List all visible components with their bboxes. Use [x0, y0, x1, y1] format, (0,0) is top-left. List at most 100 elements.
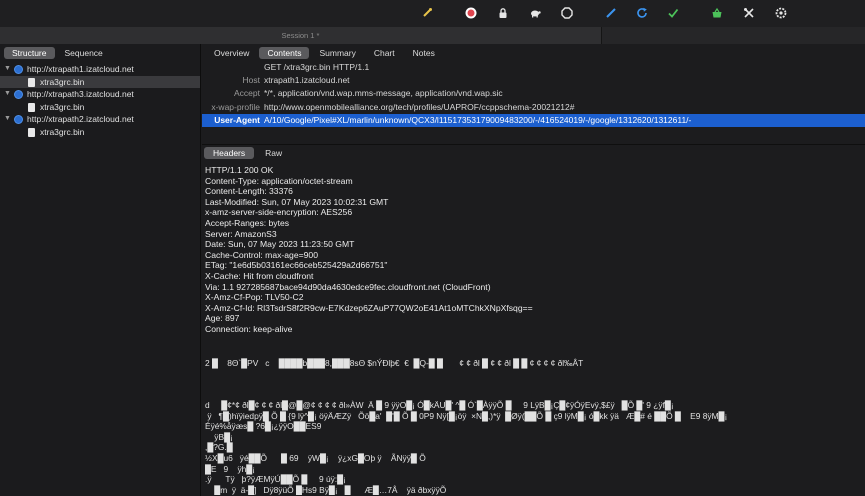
- tab-overview[interactable]: Overview: [206, 47, 257, 59]
- response-header-line: Content-Type: application/octet-stream: [205, 175, 353, 186]
- tab-contents[interactable]: Contents: [259, 47, 310, 59]
- request-header-row[interactable]: x-wap-profile http://www.openmobileallia…: [202, 101, 865, 114]
- tree-file-row[interactable]: xtra3grc.bin: [0, 126, 200, 139]
- checkmark-icon[interactable]: [666, 6, 680, 20]
- response-body-binary: 2 █ 8Θ`█PV c ████b███8,███8sΘ $nÝÐlþ€ € …: [205, 347, 860, 495]
- response-header-line: X-Amz-Cf-Id: Rl3TsdrS8f2R9cw-E7Kdzep6ZAu…: [205, 302, 533, 313]
- binary-line: ÿB█¡: [205, 431, 233, 442]
- globe-icon: [14, 65, 23, 74]
- request-line-row[interactable]: GET /xtra3grc.bin HTTP/1.1: [202, 61, 865, 74]
- chevron-down-icon[interactable]: ▼: [4, 88, 11, 101]
- response-header-line: HTTP/1.1 200 OK: [205, 165, 274, 175]
- header-value: xtrapath1.izatcloud.net: [264, 75, 350, 86]
- response-header-line: Age: 897: [205, 313, 240, 324]
- header-key: Accept: [234, 88, 260, 99]
- response-header-line: X-Cache: Hit from cloudfront: [205, 270, 314, 281]
- binary-line: ,█?G.█: [205, 442, 233, 453]
- settings-icon[interactable]: [774, 6, 788, 20]
- file-icon: [28, 102, 35, 112]
- tab-structure[interactable]: Structure: [4, 47, 55, 59]
- response-header-line: Last-Modified: Sun, 07 May 2023 10:02:31…: [205, 196, 389, 207]
- host-tree: ▼ http://xtrapath1.izatcloud.net xtra3gr…: [0, 63, 200, 139]
- binary-line: [205, 347, 860, 358]
- session-tab[interactable]: Session 1 *: [0, 27, 602, 44]
- chevron-down-icon[interactable]: ▼: [4, 63, 11, 76]
- toolbar: [0, 0, 865, 27]
- tree-host-row[interactable]: ▼ http://xtrapath3.izatcloud.net: [0, 88, 200, 101]
- detail-tabs: Overview Contents Summary Chart Notes: [206, 47, 443, 59]
- wand-icon[interactable]: [420, 6, 434, 20]
- binary-line: █E 9 ÿh█¡: [205, 463, 256, 474]
- binary-line: ½X█u6 ÿé██Õ █ 69 ÿW█¡ ÿ¿xG█Oþ ÿ ÃNÿÿ█ Õ: [205, 452, 426, 463]
- binary-line: 2 █ 8Θ`█PV c ████b███8,███8sΘ $nÝÐlþ€ € …: [205, 357, 584, 368]
- response-header-line: Connection: keep-alive: [205, 323, 293, 334]
- response-header-line: x-amz-server-side-encryption: AES256: [205, 207, 353, 218]
- header-value: http://www.openmobilealliance.org/tech/p…: [264, 101, 575, 112]
- binary-line: Éÿé%åÿæs█ ?6█¡¿ÿÿO██ES9: [205, 421, 322, 432]
- header-key: Host: [242, 75, 260, 86]
- file-label: xtra3grc.bin: [40, 76, 85, 87]
- host-label: http://xtrapath3.izatcloud.net: [27, 89, 134, 100]
- file-label: xtra3grc.bin: [40, 126, 85, 137]
- response-header-line: Server: AmazonS3: [205, 228, 277, 239]
- split-divider[interactable]: [202, 144, 865, 145]
- binary-line: d █¢*¢ ðl█¢ ¢ ¢ ðl█@█@¢ ¢ ¢ ¢ ðl»ÀW Ä █ …: [205, 399, 674, 410]
- globe-icon: [14, 90, 23, 100]
- response-header-line: Content-Length: 33376: [205, 186, 293, 197]
- basket-icon[interactable]: [710, 6, 724, 20]
- tree-host-row[interactable]: ▼ http://xtrapath2.izatcloud.net: [0, 113, 200, 126]
- file-icon: [28, 77, 35, 87]
- binary-line: [205, 368, 860, 379]
- session-bar: Session 1 *: [0, 27, 865, 44]
- hexagon-stop-icon[interactable]: [560, 6, 574, 20]
- globe-icon: [14, 115, 23, 125]
- header-value: */*, application/vnd.wap.mms-message, ap…: [264, 88, 503, 99]
- header-value: A/10/Google/Pixel#XL/marlin/unknown/QCX3…: [264, 114, 692, 125]
- contents-panel: Overview Contents Summary Chart Notes GE…: [202, 44, 865, 496]
- tab-chart[interactable]: Chart: [366, 47, 403, 59]
- view-segmented-control: Structure Sequence: [4, 47, 111, 59]
- session-bar-empty: [602, 27, 865, 44]
- request-headers-table: GET /xtra3grc.bin HTTP/1.1 Host xtrapath…: [202, 61, 865, 127]
- structure-panel: Structure Sequence ▼ http://xtrapath1.iz…: [0, 44, 201, 496]
- refresh-icon[interactable]: [635, 6, 649, 20]
- pen-icon[interactable]: [604, 6, 618, 20]
- tab-headers[interactable]: Headers: [204, 147, 255, 159]
- chevron-down-icon[interactable]: ▼: [4, 113, 11, 126]
- response-header-line: Cache-Control: max-age=900: [205, 249, 318, 260]
- tab-raw[interactable]: Raw: [256, 147, 291, 159]
- request-header-row[interactable]: Accept */*, application/vnd.wap.mms-mess…: [202, 87, 865, 100]
- binary-line: [205, 379, 860, 390]
- request-header-row[interactable]: Host xtrapath1.izatcloud.net: [202, 74, 865, 87]
- record-icon[interactable]: [464, 6, 478, 20]
- binary-line: ÿ ¶█)hïÿiedpÿ█ Õ █ {9 lÿ^█¡ öÿÄÆZÿ Õö█a'…: [205, 410, 728, 421]
- response-headers-text: HTTP/1.1 200 OK Content-Type: application…: [205, 165, 860, 335]
- host-label: http://xtrapath1.izatcloud.net: [27, 64, 134, 74]
- session-title: Session 1 *: [281, 31, 320, 40]
- binary-line: [205, 389, 860, 400]
- tab-notes[interactable]: Notes: [405, 47, 443, 59]
- response-header-line: ETag: "1e6d5b03161ec66ceb525429a2d66751": [205, 260, 388, 271]
- tree-file-row[interactable]: xtra3grc.bin: [0, 75, 200, 89]
- tree-host-row[interactable]: ▼ http://xtrapath1.izatcloud.net: [0, 63, 200, 76]
- tab-sequence[interactable]: Sequence: [57, 47, 111, 59]
- response-header-line: Via: 1.1 927285687bace94d90da4630edce9fe…: [205, 281, 491, 292]
- request-line: GET /xtra3grc.bin HTTP/1.1: [264, 62, 370, 72]
- response-header-line: Date: Sun, 07 May 2023 11:23:50 GMT: [205, 239, 355, 250]
- header-key: User-Agent: [214, 114, 260, 125]
- file-label: xtra3grc.bin: [40, 101, 85, 112]
- file-icon: [28, 127, 35, 137]
- response-header-line: Accept-Ranges: bytes: [205, 217, 290, 228]
- response-subtabs: Headers Raw: [204, 147, 291, 159]
- binary-line: █m ÿ ä-█] Dÿ8ÿüÕ █Hs9 Bÿ█¡ █ Æ█…7Å ÿä ðb…: [205, 484, 447, 495]
- tree-file-row[interactable]: xtra3grc.bin: [0, 101, 200, 114]
- lock-icon[interactable]: [496, 6, 510, 20]
- host-label: http://xtrapath2.izatcloud.net: [27, 114, 134, 125]
- binary-line: .ÿ Tÿ þ?ÿÆMÿÚ██Õ █ 9 úÿ:█¡: [205, 474, 346, 485]
- response-header-line: X-Amz-Cf-Pop: TLV50-C2: [205, 292, 304, 303]
- tab-summary[interactable]: Summary: [311, 47, 363, 59]
- request-header-row-selected[interactable]: User-Agent A/10/Google/Pixel#XL/marlin/u…: [202, 113, 865, 127]
- tools-icon[interactable]: [742, 6, 756, 20]
- header-key: x-wap-profile: [211, 101, 260, 112]
- turtle-icon[interactable]: [528, 6, 542, 20]
